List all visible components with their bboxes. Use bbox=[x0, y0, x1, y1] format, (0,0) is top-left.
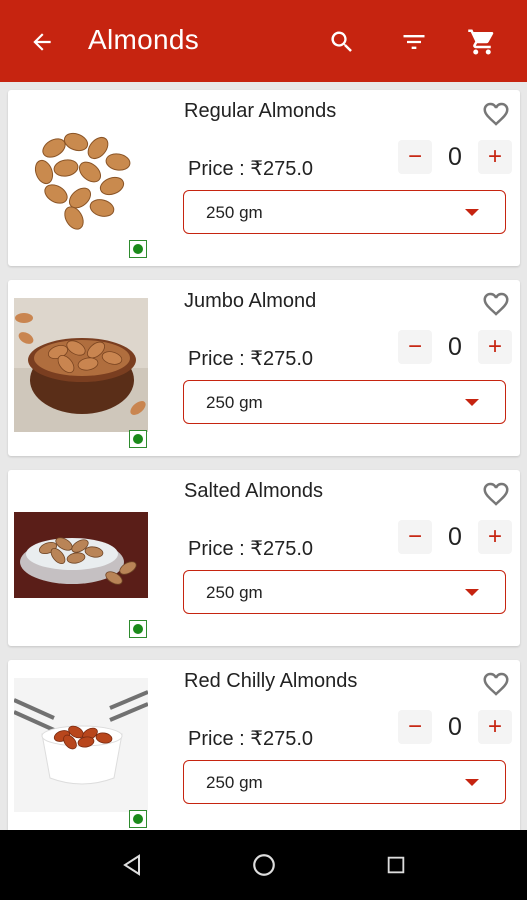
quantity-stepper: − 0 + bbox=[398, 520, 512, 556]
product-name: Jumbo Almond bbox=[184, 290, 317, 312]
weight-select[interactable]: 250 gm bbox=[183, 190, 506, 234]
nav-recents-button[interactable] bbox=[381, 850, 411, 880]
product-card[interactable]: Red Chilly Almonds Price : ₹275.0 − 0 + … bbox=[8, 660, 520, 830]
product-name: Salted Almonds bbox=[184, 480, 323, 502]
dropdown-caret-icon bbox=[465, 589, 479, 596]
veg-indicator-icon bbox=[129, 240, 147, 258]
veg-indicator-icon bbox=[129, 620, 147, 638]
product-name: Red Chilly Almonds bbox=[184, 670, 358, 692]
arrow-left-icon bbox=[33, 33, 51, 51]
cart-button[interactable] bbox=[462, 22, 502, 62]
quantity-value: 0 bbox=[448, 333, 462, 361]
favorite-button[interactable] bbox=[480, 478, 512, 510]
weight-select[interactable]: 250 gm bbox=[183, 760, 506, 804]
favorite-button[interactable] bbox=[480, 98, 512, 130]
weight-value: 250 gm bbox=[206, 393, 263, 412]
product-image bbox=[14, 298, 148, 432]
product-image bbox=[14, 488, 148, 622]
search-icon bbox=[331, 31, 352, 52]
increment-button[interactable]: + bbox=[478, 520, 512, 554]
heart-outline-icon bbox=[483, 102, 509, 126]
heart-outline-icon bbox=[483, 482, 509, 506]
decrement-button[interactable]: − bbox=[398, 520, 432, 554]
weight-value: 250 gm bbox=[206, 203, 263, 222]
veg-indicator-icon bbox=[129, 430, 147, 448]
nav-home-button[interactable] bbox=[249, 850, 279, 880]
veg-indicator-icon bbox=[129, 810, 147, 828]
quantity-value: 0 bbox=[448, 713, 462, 741]
page-title: Almonds bbox=[88, 24, 200, 55]
search-button[interactable] bbox=[322, 22, 362, 62]
system-navigation-bar bbox=[0, 830, 527, 900]
quantity-value: 0 bbox=[448, 523, 462, 551]
product-card[interactable]: Regular Almonds Price : ₹275.0 − 0 + 250… bbox=[8, 90, 520, 266]
app-bar: Almonds bbox=[0, 0, 527, 82]
product-image bbox=[14, 108, 148, 242]
heart-outline-icon bbox=[483, 292, 509, 316]
product-name: Regular Almonds bbox=[184, 100, 337, 122]
product-price: Price : ₹275.0 bbox=[188, 728, 314, 750]
dropdown-caret-icon bbox=[465, 209, 479, 216]
decrement-button[interactable]: − bbox=[398, 140, 432, 174]
home-circle-icon bbox=[253, 854, 275, 876]
product-price: Price : ₹275.0 bbox=[188, 158, 314, 180]
recents-square-icon bbox=[387, 856, 405, 874]
product-list[interactable]: Regular Almonds Price : ₹275.0 − 0 + 250… bbox=[0, 82, 527, 830]
weight-value: 250 gm bbox=[206, 773, 263, 792]
product-image bbox=[14, 678, 148, 812]
product-price: Price : ₹275.0 bbox=[188, 538, 314, 560]
back-button[interactable] bbox=[22, 22, 62, 62]
favorite-button[interactable] bbox=[480, 288, 512, 320]
product-card[interactable]: Salted Almonds Price : ₹275.0 − 0 + 250 … bbox=[8, 470, 520, 646]
dropdown-caret-icon bbox=[465, 399, 479, 406]
quantity-stepper: − 0 + bbox=[398, 140, 512, 176]
cart-icon bbox=[468, 29, 494, 55]
weight-value: 250 gm bbox=[206, 583, 263, 602]
decrement-button[interactable]: − bbox=[398, 330, 432, 364]
weight-select[interactable]: 250 gm bbox=[183, 380, 506, 424]
weight-select[interactable]: 250 gm bbox=[183, 570, 506, 614]
increment-button[interactable]: + bbox=[478, 330, 512, 364]
increment-button[interactable]: + bbox=[478, 140, 512, 174]
nav-back-button[interactable] bbox=[117, 850, 147, 880]
quantity-stepper: − 0 + bbox=[398, 710, 512, 746]
product-price: Price : ₹275.0 bbox=[188, 348, 314, 370]
filter-button[interactable] bbox=[394, 22, 434, 62]
increment-button[interactable]: + bbox=[478, 710, 512, 744]
decrement-button[interactable]: − bbox=[398, 710, 432, 744]
quantity-value: 0 bbox=[448, 143, 462, 171]
product-card[interactable]: Jumbo Almond Price : ₹275.0 − 0 + 250 gm bbox=[8, 280, 520, 456]
filter-icon bbox=[403, 35, 425, 49]
favorite-button[interactable] bbox=[480, 668, 512, 700]
dropdown-caret-icon bbox=[465, 779, 479, 786]
quantity-stepper: − 0 + bbox=[398, 330, 512, 366]
heart-outline-icon bbox=[483, 672, 509, 696]
back-triangle-icon bbox=[123, 854, 140, 876]
